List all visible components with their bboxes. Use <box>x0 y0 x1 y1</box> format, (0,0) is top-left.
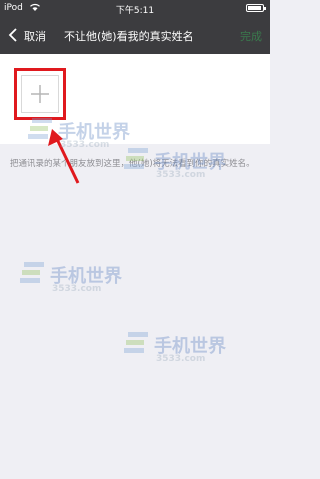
watermark-domain: 3533.com <box>52 284 102 294</box>
watermark-domain: 3533.com <box>156 170 206 180</box>
watermark-mark-icon <box>28 118 52 139</box>
watermark-mark-icon <box>124 148 148 169</box>
watermark-domain: 3533.com <box>156 354 206 364</box>
watermark-domain: 3533.com <box>60 140 110 150</box>
annotation-arrow <box>48 129 80 184</box>
watermark-mark-icon <box>124 332 148 353</box>
watermark-mark-icon <box>20 262 44 283</box>
